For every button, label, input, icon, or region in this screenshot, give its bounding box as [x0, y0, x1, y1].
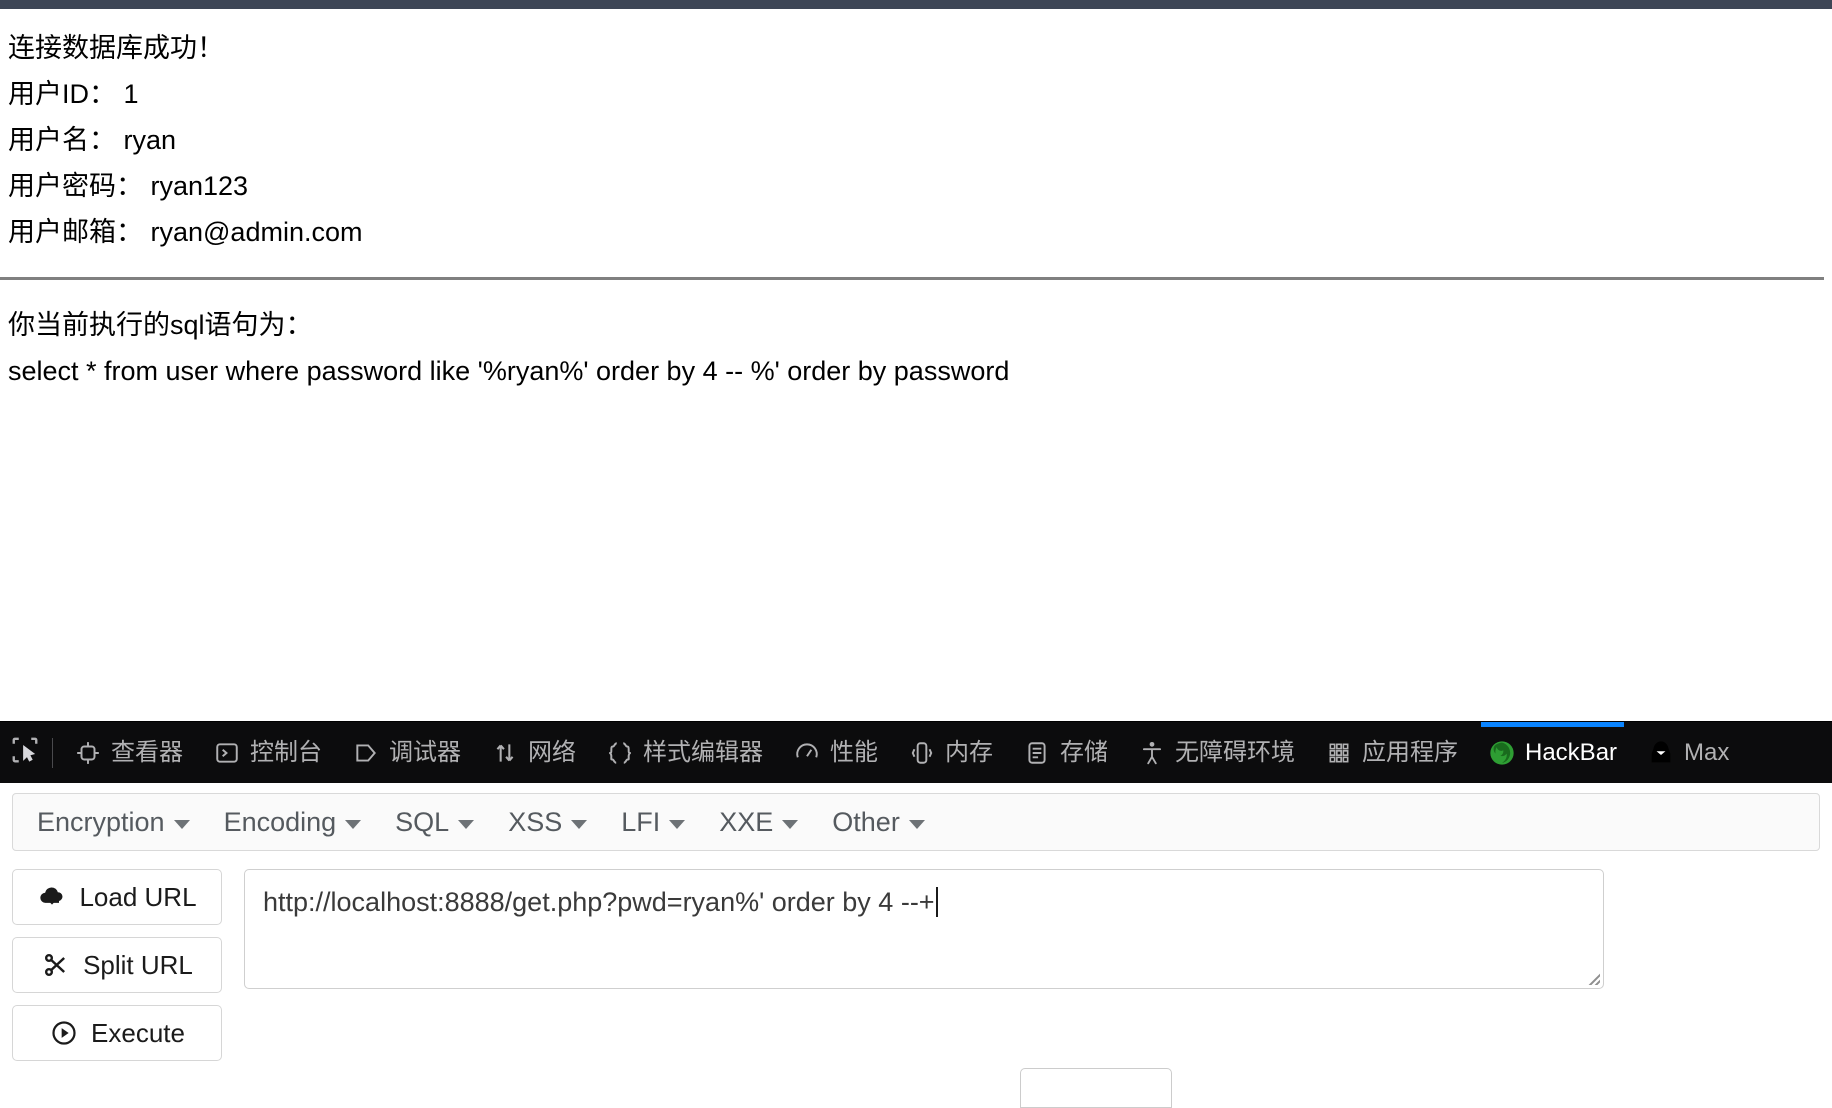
devtools-tab-label: 样式编辑器	[643, 738, 763, 766]
split-url-button[interactable]: Split URL	[12, 937, 222, 993]
inspector-icon	[74, 739, 102, 767]
style-editor-icon	[606, 739, 634, 767]
storage-icon	[1023, 739, 1051, 767]
db-connect-status: 连接数据库成功！	[8, 33, 224, 63]
devtools-toolbar: 查看器 控制台 调试器 网络 样式编辑器 性能 内存 存储 无障碍环境 应用程序…	[0, 721, 1832, 783]
devtools-tab-label: 查看器	[111, 738, 183, 766]
execute-button[interactable]: Execute	[12, 1005, 222, 1061]
hackbar-icon	[1488, 739, 1516, 767]
url-input[interactable]: http://localhost:8888/get.php?pwd=ryan%'…	[244, 869, 1604, 989]
chevron-down-icon	[458, 819, 475, 829]
hackbar-body: Load URL Split URL Execute http://localh…	[12, 869, 1820, 1061]
devtools-tab-hackbar[interactable]: HackBar	[1473, 722, 1632, 783]
devtools-tab-label: Max	[1684, 738, 1730, 766]
chevron-down-icon	[571, 819, 588, 829]
text-caret	[935, 887, 938, 917]
hackbar-menu-sql[interactable]: SQL	[381, 801, 488, 844]
element-picker-icon	[10, 735, 40, 770]
sql-display-block: 你当前执行的sql语句为： select * from user where p…	[8, 302, 1832, 394]
accessibility-icon	[1138, 739, 1166, 767]
devtools-tab-style-editor[interactable]: 样式编辑器	[591, 722, 778, 783]
devtools-tab-inspector[interactable]: 查看器	[59, 722, 198, 783]
devtools-tab-label: 性能	[830, 738, 878, 766]
page-content: 连接数据库成功！ 用户ID： 1 用户名： ryan 用户密码： ryan123…	[0, 9, 1832, 721]
scissors-icon	[41, 950, 71, 980]
horizontal-rule	[0, 277, 1824, 280]
chevron-down-icon	[173, 819, 190, 829]
devtools-tab-label: 无障碍环境	[1175, 738, 1295, 766]
devtools-tab-accessibility[interactable]: 无障碍环境	[1123, 722, 1310, 783]
devtools-tab-storage[interactable]: 存储	[1008, 722, 1123, 783]
play-circle-icon	[49, 1018, 79, 1048]
devtools-tab-label: 控制台	[250, 738, 322, 766]
application-icon	[1325, 739, 1353, 767]
hackbar-menu-other[interactable]: Other	[818, 801, 939, 844]
hackbar-menu-lfi[interactable]: LFI	[607, 801, 699, 844]
network-icon	[491, 739, 519, 767]
hackbar-panel: Encryption Encoding SQL XSS LFI XXE Othe…	[0, 783, 1832, 1078]
chevron-down-icon	[908, 819, 925, 829]
devtools-tab-memory[interactable]: 内存	[893, 722, 1008, 783]
console-icon	[213, 739, 241, 767]
split-url-label: Split URL	[83, 949, 193, 980]
hackbar-menu-label: SQL	[395, 806, 450, 837]
debugger-icon	[352, 739, 380, 767]
user-name-line: 用户名： ryan	[8, 125, 177, 155]
devtools-tab-network[interactable]: 网络	[476, 722, 591, 783]
hackbar-url-wrapper: http://localhost:8888/get.php?pwd=ryan%'…	[244, 869, 1604, 989]
devtools-tab-performance[interactable]: 性能	[778, 722, 893, 783]
hackbar-menu-label: Other	[832, 806, 900, 837]
chevron-down-icon	[345, 819, 362, 829]
devtools-tab-debugger[interactable]: 调试器	[337, 722, 476, 783]
top-browser-strip	[0, 0, 1832, 9]
devtools-tab-label: 调试器	[389, 738, 461, 766]
chevron-down-icon	[669, 819, 686, 829]
element-picker-button[interactable]	[0, 722, 50, 783]
devtools-tab-label: 内存	[945, 738, 993, 766]
hackbar-menu-xxe[interactable]: XXE	[705, 801, 812, 844]
hackbar-menu-encoding[interactable]: Encoding	[210, 801, 376, 844]
user-id-line: 用户ID： 1	[8, 79, 139, 109]
hacker-hood-icon	[1647, 739, 1675, 767]
url-input-value: http://localhost:8888/get.php?pwd=ryan%'…	[263, 887, 935, 917]
hackbar-button-column: Load URL Split URL Execute	[12, 869, 222, 1061]
partial-offscreen-control[interactable]	[1020, 1068, 1172, 1108]
user-email-line: 用户邮箱： ryan@admin.com	[8, 217, 363, 247]
execute-label: Execute	[91, 1017, 185, 1048]
hackbar-menu-label: XSS	[508, 806, 563, 837]
sql-heading: 你当前执行的sql语句为：	[8, 310, 313, 340]
memory-icon	[908, 739, 936, 767]
devtools-tab-application[interactable]: 应用程序	[1310, 722, 1473, 783]
toolbar-divider	[52, 737, 53, 768]
hackbar-menu-encryption[interactable]: Encryption	[23, 801, 204, 844]
textarea-resize-grip[interactable]	[1578, 963, 1600, 985]
hackbar-menu-label: Encoding	[223, 806, 337, 837]
cloud-download-icon	[37, 882, 67, 912]
hackbar-menu-label: XXE	[719, 806, 774, 837]
chevron-down-icon	[782, 819, 799, 829]
devtools-tab-max[interactable]: Max	[1632, 722, 1744, 783]
load-url-button[interactable]: Load URL	[12, 869, 222, 925]
load-url-label: Load URL	[79, 881, 197, 912]
hackbar-menu-xss[interactable]: XSS	[494, 801, 601, 844]
hackbar-menu-label: LFI	[621, 806, 661, 837]
hackbar-menu-label: Encryption	[37, 806, 165, 837]
devtools-tab-label: 应用程序	[1362, 738, 1458, 766]
hackbar-menubar: Encryption Encoding SQL XSS LFI XXE Othe…	[12, 793, 1820, 851]
performance-icon	[793, 739, 821, 767]
devtools-tab-label: 存储	[1060, 738, 1108, 766]
devtools-tab-label: 网络	[528, 738, 576, 766]
devtools-tab-label: HackBar	[1525, 738, 1618, 766]
sql-statement: select * from user where password like '…	[8, 356, 1010, 386]
devtools-tab-console[interactable]: 控制台	[198, 722, 337, 783]
user-password-line: 用户密码： ryan123	[8, 171, 249, 201]
